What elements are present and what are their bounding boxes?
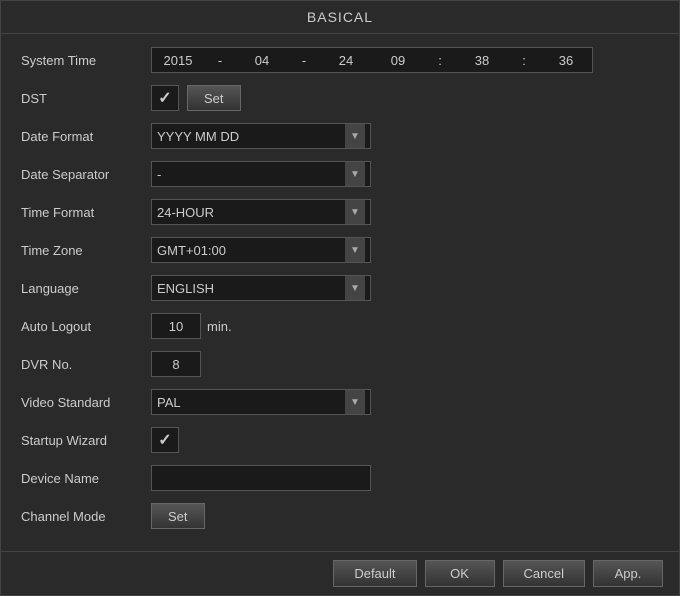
date-separator-value: - [157, 167, 345, 182]
date-format-row: Date Format YYYY MM DD ▼ [21, 120, 659, 152]
video-standard-label: Video Standard [21, 395, 151, 410]
time-month: 04 [244, 53, 280, 68]
startup-wizard-checkmark: ✓ [158, 430, 171, 450]
auto-logout-input[interactable] [151, 313, 201, 339]
device-name-input[interactable] [151, 465, 371, 491]
time-zone-arrow-icon: ▼ [345, 238, 365, 262]
time-format-value: 24-HOUR [157, 205, 345, 220]
title-bar: BASICAL [1, 1, 679, 34]
language-row: Language ENGLISH ▼ [21, 272, 659, 304]
time-zone-value: GMT+01:00 [157, 243, 345, 258]
video-standard-row: Video Standard PAL ▼ [21, 386, 659, 418]
startup-wizard-row: Startup Wizard ✓ [21, 424, 659, 456]
sep3: : [422, 53, 458, 68]
date-format-dropdown[interactable]: YYYY MM DD ▼ [151, 123, 371, 149]
language-arrow-icon: ▼ [345, 276, 365, 300]
default-button[interactable]: Default [333, 560, 416, 587]
date-separator-label: Date Separator [21, 167, 151, 182]
date-separator-row: Date Separator - ▼ [21, 158, 659, 190]
sep2: - [286, 53, 322, 68]
system-time-display: 2015 - 04 - 24 09 : 38 : 36 [151, 47, 593, 73]
dst-checkmark: ✓ [158, 88, 171, 108]
time-hour: 09 [380, 53, 416, 68]
dvr-no-row: DVR No. [21, 348, 659, 380]
device-name-label: Device Name [21, 471, 151, 486]
video-standard-dropdown[interactable]: PAL ▼ [151, 389, 371, 415]
sep1: - [202, 53, 238, 68]
dst-controls: ✓ Set [151, 85, 241, 111]
language-value: ENGLISH [157, 281, 345, 296]
time-format-dropdown[interactable]: 24-HOUR ▼ [151, 199, 371, 225]
ok-button[interactable]: OK [425, 560, 495, 587]
main-window: BASICAL System Time 2015 - 04 - 24 09 : … [0, 0, 680, 596]
dvr-no-input[interactable] [151, 351, 201, 377]
auto-logout-row: Auto Logout min. [21, 310, 659, 342]
auto-logout-label: Auto Logout [21, 319, 151, 334]
time-zone-label: Time Zone [21, 243, 151, 258]
time-minute: 38 [464, 53, 500, 68]
device-name-row: Device Name [21, 462, 659, 494]
time-format-label: Time Format [21, 205, 151, 220]
startup-wizard-checkbox[interactable]: ✓ [151, 427, 179, 453]
dst-set-button[interactable]: Set [187, 85, 241, 111]
time-second: 36 [548, 53, 584, 68]
dst-checkbox[interactable]: ✓ [151, 85, 179, 111]
channel-mode-label: Channel Mode [21, 509, 151, 524]
time-zone-dropdown[interactable]: GMT+01:00 ▼ [151, 237, 371, 263]
content-area: System Time 2015 - 04 - 24 09 : 38 : 36 … [1, 34, 679, 551]
video-standard-value: PAL [157, 395, 345, 410]
time-year: 2015 [160, 53, 196, 68]
system-time-label: System Time [21, 53, 151, 68]
dvr-no-label: DVR No. [21, 357, 151, 372]
date-format-value: YYYY MM DD [157, 129, 345, 144]
date-separator-dropdown[interactable]: - ▼ [151, 161, 371, 187]
language-label: Language [21, 281, 151, 296]
date-format-arrow-icon: ▼ [345, 124, 365, 148]
window-title: BASICAL [307, 9, 373, 25]
footer: Default OK Cancel App. [1, 551, 679, 595]
time-zone-row: Time Zone GMT+01:00 ▼ [21, 234, 659, 266]
dst-row: DST ✓ Set [21, 82, 659, 114]
dst-label: DST [21, 91, 151, 106]
auto-logout-unit: min. [207, 319, 232, 334]
app-button[interactable]: App. [593, 560, 663, 587]
time-format-arrow-icon: ▼ [345, 200, 365, 224]
time-day: 24 [328, 53, 364, 68]
channel-mode-set-button[interactable]: Set [151, 503, 205, 529]
cancel-button[interactable]: Cancel [503, 560, 585, 587]
video-standard-arrow-icon: ▼ [345, 390, 365, 414]
startup-wizard-label: Startup Wizard [21, 433, 151, 448]
channel-mode-row: Channel Mode Set [21, 500, 659, 532]
language-dropdown[interactable]: ENGLISH ▼ [151, 275, 371, 301]
time-format-row: Time Format 24-HOUR ▼ [21, 196, 659, 228]
date-separator-arrow-icon: ▼ [345, 162, 365, 186]
date-format-label: Date Format [21, 129, 151, 144]
sep4: : [506, 53, 542, 68]
system-time-row: System Time 2015 - 04 - 24 09 : 38 : 36 [21, 44, 659, 76]
